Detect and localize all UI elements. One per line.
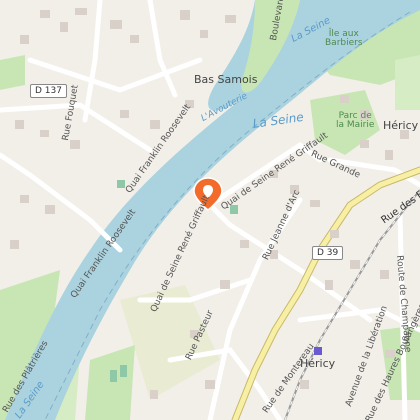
map-base <box>0 0 420 420</box>
place-label-ile-aux-barbiers: Île aux Barbiers <box>325 29 363 48</box>
place-label-hericy: Héricy <box>383 119 419 132</box>
place-label-bas-samois: Bas Samois <box>194 73 258 86</box>
map-canvas[interactable]: La Seine La Seine La Seine L'Avouterie B… <box>0 0 420 420</box>
road-shield-d137: D 137 <box>30 84 67 98</box>
park-label-parc-mairie: Parc de la Mairie <box>336 111 375 130</box>
road-shield-d39: D 39 <box>312 246 344 260</box>
